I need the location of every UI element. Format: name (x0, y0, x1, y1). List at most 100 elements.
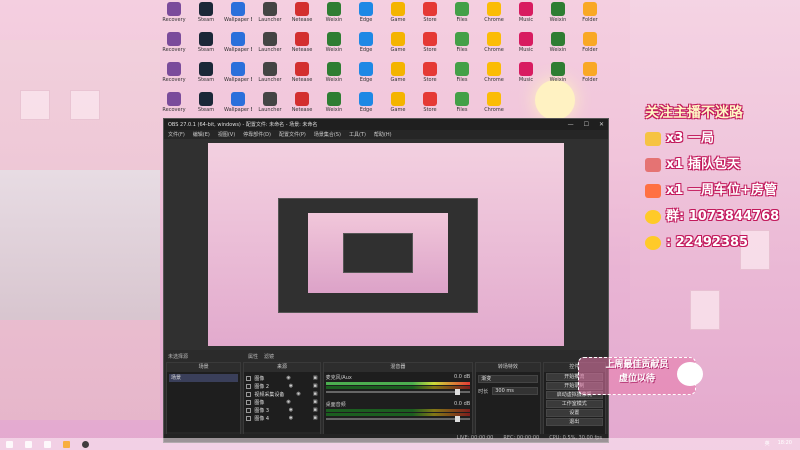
desktop-shortcut[interactable]: Chrome (480, 2, 508, 23)
checkbox-icon[interactable] (246, 383, 252, 389)
source-item[interactable]: 视频采集设备 ◉ ▣ (246, 390, 318, 398)
desktop-shortcut[interactable]: Folder (576, 62, 604, 83)
studio-mode-button[interactable]: 工作室模式 (545, 400, 604, 408)
source-item[interactable]: 图像 2 ◉ ▣ (246, 382, 318, 390)
desktop-shortcut[interactable]: Steam (192, 32, 220, 53)
source-item[interactable]: 图像 ◉ ▣ (246, 398, 318, 406)
obs-window[interactable]: OBS 27.0.1 (64-bit, windows) - 配置文件: 未命名… (163, 118, 609, 443)
start-icon[interactable] (6, 440, 13, 448)
desktop-shortcut[interactable]: Edge (352, 62, 380, 83)
clock[interactable]: 18:20 (778, 440, 792, 447)
close-icon[interactable]: ✕ (599, 121, 604, 128)
volume-slider[interactable] (325, 416, 471, 422)
checkbox-icon[interactable] (246, 399, 252, 405)
desktop-shortcut[interactable]: Launcher (256, 92, 284, 113)
input-method[interactable]: 英 (765, 440, 770, 447)
menu-edit[interactable]: 编辑(E) (193, 131, 210, 138)
obs-icon[interactable] (82, 440, 89, 448)
source-item[interactable]: 图像 3 ◉ ▣ (246, 406, 318, 414)
desktop-shortcut[interactable]: Edge (352, 2, 380, 23)
desktop-shortcut[interactable]: Weixin (320, 92, 348, 113)
desktop-shortcut[interactable]: Store (416, 2, 444, 23)
lock-icon[interactable]: ▣ (313, 391, 318, 397)
desktop-shortcut[interactable]: Steam (192, 2, 220, 23)
source-item[interactable]: 图像 ◉ ▣ (246, 374, 318, 382)
desktop-shortcut[interactable]: Netease (288, 32, 316, 53)
desktop-shortcut[interactable]: Launcher (256, 32, 284, 53)
checkbox-icon[interactable] (246, 391, 252, 397)
lock-icon[interactable]: ▣ (313, 407, 318, 413)
eye-icon[interactable]: ◉ (286, 399, 290, 405)
desktop-shortcut[interactable]: Files (448, 32, 476, 53)
scene-item[interactable]: 场景 (169, 374, 239, 382)
eye-icon[interactable]: ◉ (289, 383, 293, 389)
desktop-shortcut[interactable]: Edge (352, 92, 380, 113)
desktop-shortcut[interactable]: Store (416, 62, 444, 83)
desktop-shortcut[interactable]: Files (448, 2, 476, 23)
settings-button[interactable]: 设置 (545, 409, 604, 417)
desktop-shortcut[interactable]: Weixin (544, 2, 572, 23)
desktop-shortcut[interactable]: Folder (576, 2, 604, 23)
desktop-shortcut[interactable]: Recovery (160, 2, 188, 23)
desktop-shortcut[interactable]: Weixin (544, 62, 572, 83)
volume-slider[interactable] (325, 389, 471, 395)
duration-input[interactable]: 300 ms (492, 387, 538, 395)
desktop-shortcut[interactable]: Folder (576, 32, 604, 53)
search-icon[interactable] (25, 440, 32, 448)
menu-profile[interactable]: 配置文件(P) (279, 131, 306, 138)
desktop-shortcut[interactable]: Netease (288, 2, 316, 23)
desktop-shortcut[interactable]: Music (512, 2, 540, 23)
desktop-shortcut[interactable]: Weixin (320, 32, 348, 53)
desktop-shortcut[interactable]: Chrome (480, 32, 508, 53)
slider-knob[interactable] (455, 416, 461, 422)
menu-scene-collection[interactable]: 场景集合(S) (314, 131, 341, 138)
desktop-shortcut[interactable]: Launcher (256, 62, 284, 83)
desktop-shortcut[interactable]: Music (512, 32, 540, 53)
lock-icon[interactable]: ▣ (313, 375, 318, 381)
eye-icon[interactable]: ◉ (296, 391, 300, 397)
desktop-shortcut[interactable]: Store (416, 32, 444, 53)
checkbox-icon[interactable] (246, 415, 252, 421)
desktop-shortcut[interactable]: Game (384, 62, 412, 83)
transition-select[interactable]: 渐变 (478, 375, 538, 383)
source-item[interactable]: 图像 4 ◉ ▣ (246, 414, 318, 422)
desktop-shortcut[interactable]: Wallpaper Engine (224, 62, 252, 83)
menu-view[interactable]: 视图(V) (218, 131, 235, 138)
desktop-shortcut[interactable]: Recovery (160, 32, 188, 53)
desktop-shortcut[interactable]: Chrome (480, 62, 508, 83)
eye-icon[interactable]: ◉ (289, 407, 293, 413)
desktop-shortcut[interactable]: Files (448, 92, 476, 113)
desktop-shortcut[interactable]: Chrome (480, 92, 508, 113)
desktop-shortcut[interactable]: Weixin (320, 62, 348, 83)
desktop-shortcut[interactable]: Steam (192, 92, 220, 113)
desktop-shortcut[interactable]: Wallpaper Engine (224, 32, 252, 53)
desktop-shortcut[interactable]: Game (384, 92, 412, 113)
desktop-shortcut[interactable]: Netease (288, 62, 316, 83)
preview-canvas[interactable] (208, 143, 564, 346)
folder-icon[interactable] (63, 440, 70, 448)
menu-file[interactable]: 文件(F) (168, 131, 185, 138)
lock-icon[interactable]: ▣ (313, 415, 318, 421)
desktop-shortcut[interactable]: Weixin (544, 32, 572, 53)
desktop-shortcut[interactable]: Wallpaper Engine (224, 92, 252, 113)
eye-icon[interactable]: ◉ (286, 375, 290, 381)
minimize-icon[interactable]: — (568, 121, 574, 128)
menu-help[interactable]: 帮助(H) (374, 131, 392, 138)
desktop-shortcut[interactable]: Files (448, 62, 476, 83)
eye-icon[interactable]: ◉ (289, 415, 293, 421)
desktop-shortcut[interactable]: Weixin (320, 2, 348, 23)
desktop-shortcut[interactable]: Launcher (256, 2, 284, 23)
desktop-shortcut[interactable]: Edge (352, 32, 380, 53)
desktop-shortcut[interactable]: Store (416, 92, 444, 113)
properties-button[interactable]: 属性 (248, 353, 258, 360)
obs-titlebar[interactable]: OBS 27.0.1 (64-bit, windows) - 配置文件: 未命名… (164, 119, 608, 130)
maximize-icon[interactable]: ☐ (584, 121, 589, 128)
filters-button[interactable]: 滤镜 (264, 353, 274, 360)
lock-icon[interactable]: ▣ (313, 399, 318, 405)
desktop-shortcut[interactable]: Recovery (160, 62, 188, 83)
desktop-shortcut[interactable]: Music (512, 62, 540, 83)
desktop-shortcut[interactable]: Steam (192, 62, 220, 83)
menu-tools[interactable]: 工具(T) (349, 131, 366, 138)
exit-button[interactable]: 退出 (545, 418, 604, 426)
lock-icon[interactable]: ▣ (313, 383, 318, 389)
